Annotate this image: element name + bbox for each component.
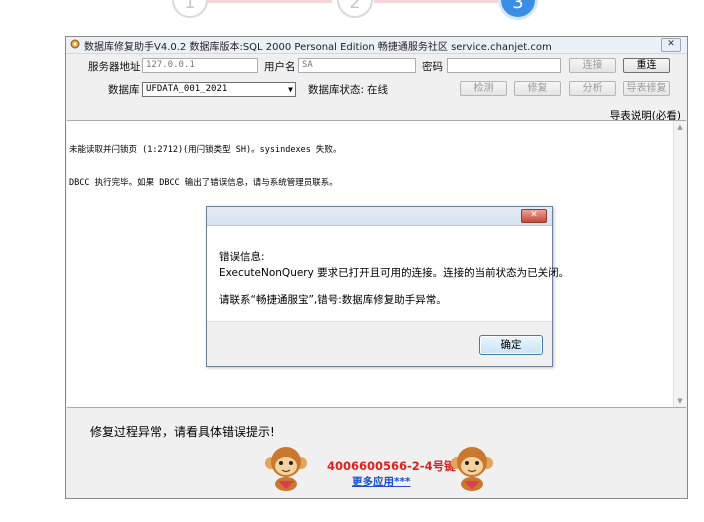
step-1: 1	[172, 0, 208, 18]
database-select[interactable]: UFDATA_001_2021 ▼	[142, 82, 296, 97]
log-scrollbar[interactable]: ▲ ▼	[673, 121, 686, 407]
server-address-label: 服务器地址	[88, 61, 141, 73]
repair-button[interactable]: 修复	[514, 81, 561, 96]
log-line: DBCC 执行完毕。如果 DBCC 输出了错误信息，请与系统管理员联系。	[69, 178, 338, 188]
database-select-value: UFDATA_001_2021	[146, 84, 228, 94]
monkey-mascot-icon	[451, 447, 493, 491]
db-status-value: 在线	[367, 84, 388, 96]
username-label: 用户名	[264, 61, 296, 73]
server-address-field[interactable]: 127.0.0.1	[142, 58, 258, 73]
step-3-active: 3	[498, 0, 538, 20]
scroll-down-icon[interactable]: ▼	[674, 395, 686, 407]
dialog-footer: 确定	[207, 321, 552, 366]
ok-button[interactable]: 确定	[479, 335, 543, 355]
error-heading: 错误信息:	[219, 251, 265, 263]
window-title: 数据库修复助手V4.0.2 数据库版本:SQL 2000 Personal Ed…	[84, 42, 552, 53]
chevron-down-icon: ▼	[288, 85, 293, 94]
wizard-steps: 1 2 3	[0, 0, 704, 30]
analyze-button[interactable]: 分析	[569, 81, 616, 96]
footer-banner: 4006600566-2-4号键 更多应用***	[66, 441, 687, 499]
check-button[interactable]: 检测	[460, 81, 507, 96]
scroll-up-icon[interactable]: ▲	[674, 121, 686, 133]
more-apps-link[interactable]: 更多应用***	[352, 474, 410, 489]
dialog-close-icon[interactable]: ✕	[521, 209, 547, 223]
username-field[interactable]: SA	[298, 58, 416, 73]
database-label: 数据库	[108, 84, 140, 96]
password-field[interactable]	[447, 58, 561, 73]
window-titlebar: 数据库修复助手V4.0.2 数据库版本:SQL 2000 Personal Ed…	[66, 37, 687, 54]
monkey-mascot-icon	[265, 447, 307, 491]
step-2: 2	[337, 0, 373, 18]
log-text: 未能读取并闩锁页 (1:2712)(用闩锁类型 SH)。sysindexes 失…	[69, 123, 341, 211]
step-connector	[374, 0, 498, 3]
dialog-titlebar: ✕	[207, 207, 552, 226]
app-gear-icon	[70, 39, 80, 49]
db-status-label: 数据库状态:	[308, 84, 365, 96]
reconnect-button[interactable]: 重连	[623, 58, 670, 73]
log-line: 未能读取并闩锁页 (1:2712)(用闩锁类型 SH)。sysindexes 失…	[69, 145, 342, 155]
password-label: 密码	[422, 61, 443, 73]
repair-status-message: 修复过程异常，请看具体错误提示!	[90, 425, 275, 439]
import-repair-button[interactable]: 导表修复	[623, 81, 670, 96]
error-message: ExecuteNonQuery 要求已打开且可用的连接。连接的当前状态为已关闭。	[219, 267, 570, 279]
step-connector	[208, 0, 332, 3]
close-icon[interactable]: ✕	[661, 38, 681, 52]
connect-button[interactable]: 连接	[569, 58, 616, 73]
error-dialog: ✕ 错误信息: ExecuteNonQuery 要求已打开且可用的连接。连接的当…	[206, 206, 569, 367]
dialog-body: 错误信息: ExecuteNonQuery 要求已打开且可用的连接。连接的当前状…	[219, 249, 569, 308]
error-contact-text: 请联系“畅捷通服宝”,错号:数据库修复助手异常。	[219, 294, 447, 306]
support-phone: 4006600566-2-4号键	[327, 459, 456, 473]
